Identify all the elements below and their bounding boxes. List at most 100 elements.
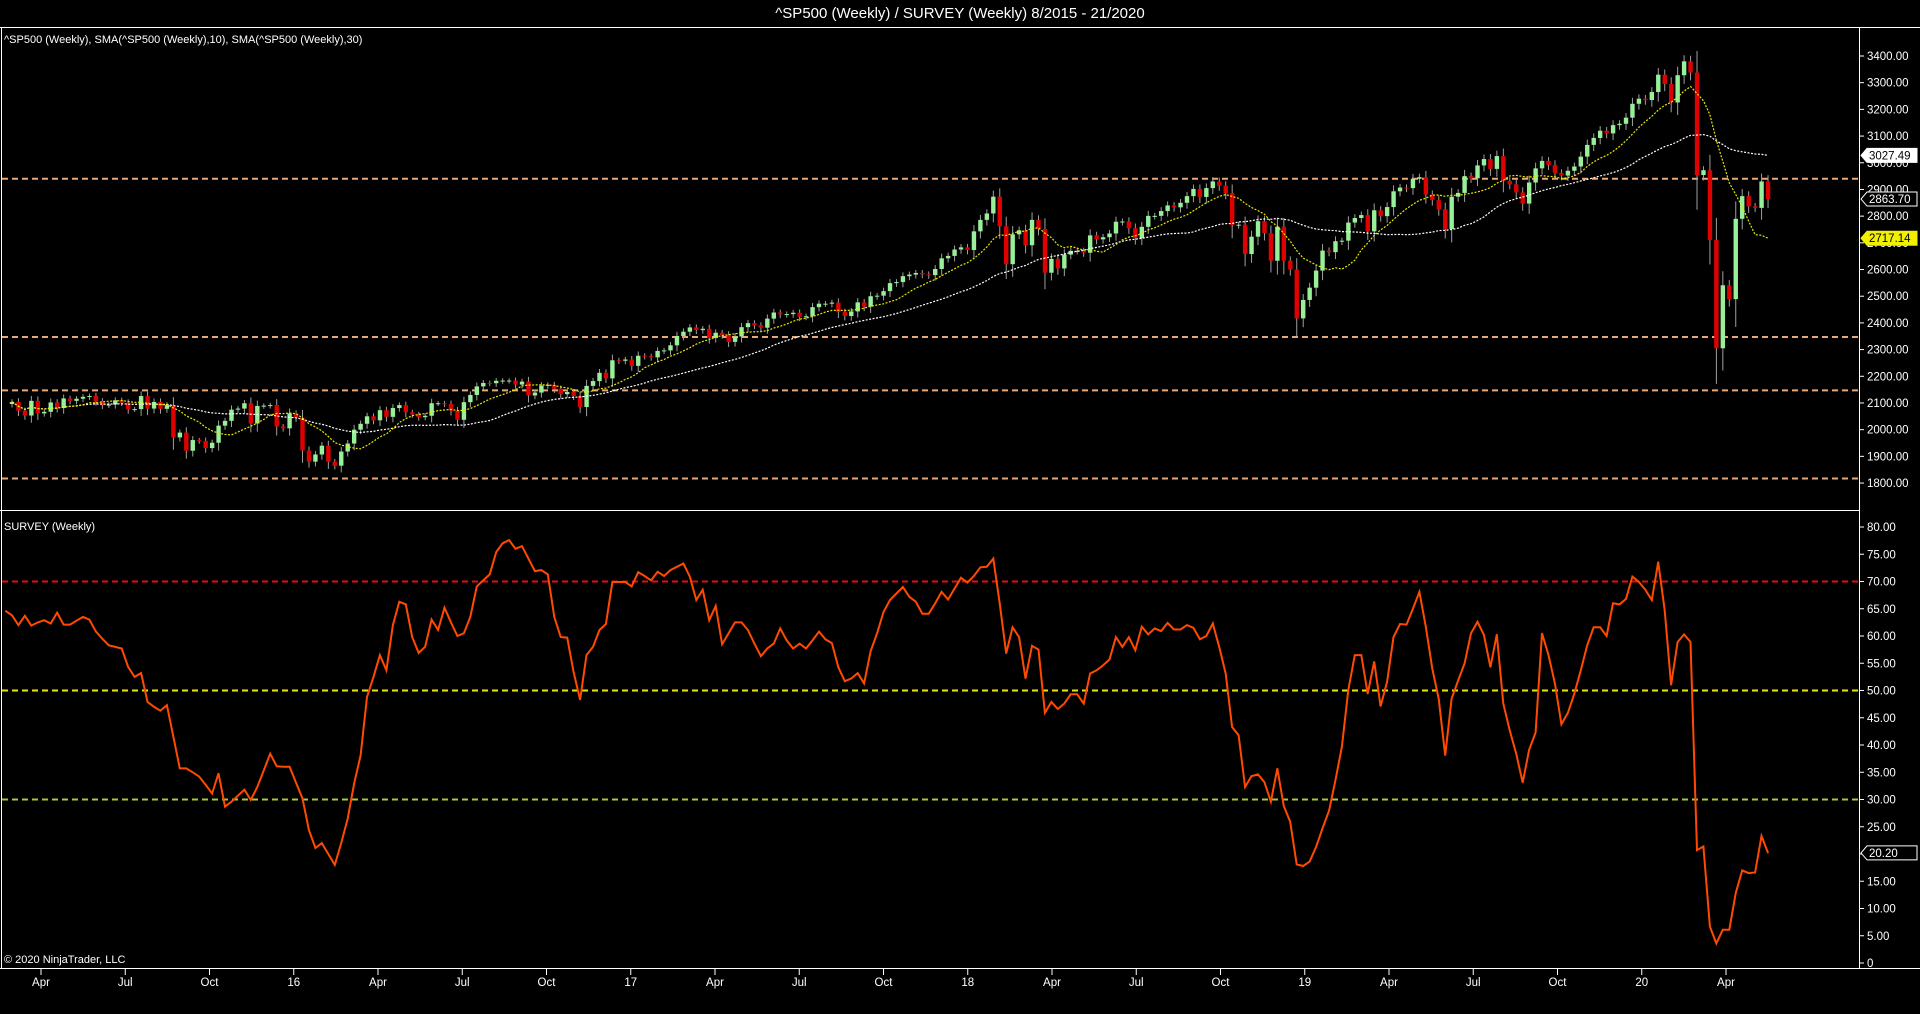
survey-point xyxy=(753,643,755,645)
survey-point xyxy=(1631,575,1634,578)
candle-body xyxy=(532,392,538,396)
survey-axis-tick-label: 50.00 xyxy=(1867,686,1896,698)
survey-point xyxy=(721,643,723,645)
survey-axis-tick-label: 75.00 xyxy=(1867,549,1896,561)
time-axis-label: Apr xyxy=(32,977,50,989)
candle-body xyxy=(1301,299,1306,319)
candle-body xyxy=(719,332,725,335)
survey-point xyxy=(1715,942,1717,944)
candle-body xyxy=(732,336,738,342)
candle-body xyxy=(1546,160,1551,165)
survey-point xyxy=(50,622,52,625)
candle-body xyxy=(952,249,957,256)
survey-point xyxy=(385,669,388,671)
survey-point xyxy=(256,786,258,788)
time-axis-label: Oct xyxy=(1549,977,1568,989)
survey-point xyxy=(508,539,510,541)
survey-point xyxy=(82,616,84,618)
survey-point xyxy=(437,629,439,631)
candle-body xyxy=(1559,172,1564,176)
survey-point xyxy=(747,629,749,631)
survey-point xyxy=(1360,654,1362,656)
survey-point xyxy=(1083,702,1085,705)
candle-body xyxy=(687,327,693,332)
candle-body xyxy=(590,381,596,386)
survey-point xyxy=(88,619,91,621)
candle-body xyxy=(1268,233,1274,261)
candle-body xyxy=(209,442,215,449)
candle-body xyxy=(894,282,899,284)
survey-point xyxy=(146,701,149,703)
survey-point xyxy=(779,627,781,629)
candle-body xyxy=(1591,137,1596,145)
candle-body xyxy=(887,283,893,292)
survey-point xyxy=(1160,630,1162,632)
survey-point xyxy=(101,638,103,640)
candle-body xyxy=(1675,75,1680,103)
survey-point xyxy=(1534,731,1537,734)
candle-body xyxy=(48,402,53,412)
survey-point xyxy=(1567,712,1569,714)
candle-body xyxy=(1404,187,1409,189)
candle-body xyxy=(1139,226,1144,239)
candle-body xyxy=(1004,226,1009,265)
survey-point xyxy=(1044,712,1046,714)
candle-body xyxy=(229,409,234,421)
candle-body xyxy=(1701,170,1706,176)
candle-body xyxy=(1133,228,1138,239)
candle-body xyxy=(1158,211,1164,216)
candle-body xyxy=(235,408,241,410)
time-axis-label: Apr xyxy=(1380,977,1398,989)
candle-body xyxy=(1113,221,1119,234)
candle-body xyxy=(506,380,512,382)
survey-point xyxy=(43,619,45,621)
survey-point xyxy=(1638,581,1640,583)
survey-point xyxy=(1767,852,1769,854)
candle-body xyxy=(197,440,202,442)
survey-point xyxy=(611,581,613,583)
candle-body xyxy=(158,401,163,409)
survey-point xyxy=(1599,626,1601,628)
survey-point xyxy=(198,776,200,778)
survey-point xyxy=(1392,636,1395,638)
candle-body xyxy=(1468,176,1474,179)
candle-body xyxy=(1165,205,1170,212)
survey-point xyxy=(24,615,26,617)
survey-point xyxy=(966,581,969,584)
survey-point xyxy=(656,571,659,573)
survey-point xyxy=(1418,591,1420,593)
chart-canvas[interactable]: 3400.003300.003200.003100.003000.002900.… xyxy=(0,0,1920,1014)
survey-point xyxy=(1250,775,1253,777)
candle-body xyxy=(442,403,447,405)
candle-body xyxy=(674,335,680,346)
candle-body xyxy=(364,416,370,424)
survey-point xyxy=(353,783,355,785)
candle-body xyxy=(455,410,460,420)
survey-point xyxy=(934,602,936,604)
survey-point xyxy=(1754,871,1756,874)
candle-body xyxy=(1191,188,1196,197)
candle-body xyxy=(481,382,486,387)
survey-point xyxy=(288,766,291,768)
survey-point xyxy=(1050,701,1052,703)
survey-point xyxy=(1670,684,1672,686)
candle-body xyxy=(1307,287,1312,300)
time-axis-label: 17 xyxy=(624,977,637,989)
candle-body xyxy=(1120,221,1125,223)
candle-body xyxy=(1126,221,1132,229)
survey-point xyxy=(553,616,555,618)
survey-point xyxy=(766,647,768,650)
candle-body xyxy=(629,359,634,366)
price-axis-tick-label: 2100.00 xyxy=(1867,398,1909,410)
candle-body xyxy=(842,311,848,316)
candle-body xyxy=(339,451,344,466)
survey-point xyxy=(192,771,194,773)
survey-point xyxy=(1386,681,1388,683)
survey-point xyxy=(127,666,129,668)
survey-point xyxy=(327,853,329,855)
survey-point xyxy=(211,792,213,795)
candle-body xyxy=(1262,221,1267,234)
candle-body xyxy=(468,394,473,403)
candle-body xyxy=(1610,125,1616,134)
candle-body xyxy=(1533,168,1538,183)
